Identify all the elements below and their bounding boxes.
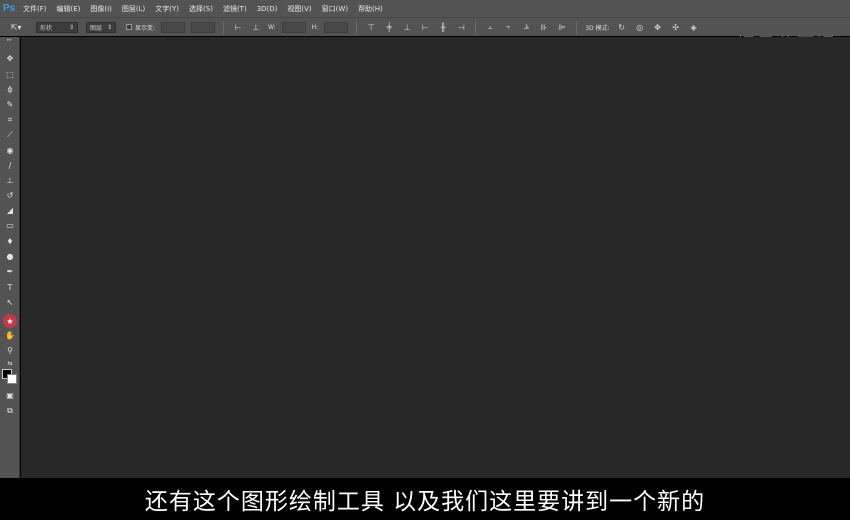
toolbox: ▸▸ ✥ ⬚ ϕ ✎ ⌗ ⟋ ◉ ∕ ⊥ ↺ ◢ ▭ ♦ ● ✒ T ↖ ★ ✋… <box>0 37 20 478</box>
background-color-swatch[interactable] <box>7 374 17 384</box>
move-tool-icon[interactable]: ✥ <box>2 52 18 65</box>
menu-edit[interactable]: 编辑(E) <box>52 4 86 14</box>
distribute-left-icon[interactable]: ⊢ <box>420 23 430 32</box>
separator <box>475 20 477 34</box>
gradient-tool-icon[interactable]: ▭ <box>2 219 18 232</box>
menu-type[interactable]: 文字(Y) <box>150 4 184 14</box>
3d-scale-icon[interactable]: ◈ <box>689 23 699 32</box>
lasso-tool-icon[interactable]: ϕ <box>2 83 18 96</box>
hand-tool-icon[interactable]: ✋ <box>2 329 18 342</box>
path-select-icon: ⇱▾ <box>10 22 22 32</box>
type-tool-icon[interactable]: T <box>2 281 18 294</box>
mode-select[interactable]: 形状 ⇕ <box>36 21 78 33</box>
menu-window[interactable]: 窗口(W) <box>317 4 353 14</box>
distribute-right-icon[interactable]: ⊣ <box>456 23 466 32</box>
screen-mode-icon[interactable]: ⧉ <box>2 404 18 417</box>
chevron-down-icon: ⇕ <box>106 23 112 31</box>
width-label: W: <box>268 23 276 31</box>
path-selection-tool-icon[interactable]: ↖ <box>2 296 18 309</box>
eraser-tool-icon[interactable]: ◢ <box>2 204 18 217</box>
options-bar: ⇱▾ 形状 ⇕ 图层 ⇕ 显示变: ⊢ ⊥ W: H: ⊤ ╪ ⊥ ⊢ ╫ ⊣ … <box>0 17 850 56</box>
align-center-icon[interactable]: ⊥ <box>251 23 261 32</box>
height-label: H: <box>311 23 319 31</box>
show-label: 显示变: <box>135 24 156 32</box>
3d-slide-icon[interactable]: ✣ <box>671 23 681 32</box>
dodge-tool-icon[interactable]: ● <box>2 250 18 263</box>
show-checkbox[interactable] <box>126 24 132 30</box>
menu-3d[interactable]: 3D(D) <box>252 5 283 13</box>
history-brush-tool-icon[interactable]: ↺ <box>2 189 18 202</box>
photoshop-logo: Ps <box>2 3 16 14</box>
quick-select-tool-icon[interactable]: ✎ <box>2 98 18 111</box>
zoom-tool-icon[interactable]: ⚲ <box>2 344 18 357</box>
3d-drag-icon[interactable]: ✥ <box>653 23 663 32</box>
separator <box>223 20 225 34</box>
marquee-tool-icon[interactable]: ⬚ <box>2 68 18 81</box>
chevron-down-icon: ⇕ <box>68 23 74 31</box>
subtitle-text: 还有这个图形绘制工具 以及我们这里要讲到一个新的 <box>144 489 706 515</box>
canvas-workspace[interactable] <box>21 37 850 478</box>
quick-mask-icon[interactable]: ▣ <box>2 389 18 402</box>
align-left-icon[interactable]: ⊢ <box>233 23 243 32</box>
show-field[interactable] <box>161 21 186 33</box>
menu-bar: Ps 文件(F) 编辑(E) 图像(I) 图层(L) 文字(Y) 选择(S) 滤… <box>0 0 850 17</box>
distribute-center-icon[interactable]: ╫ <box>438 23 448 32</box>
distribute-bottom-icon[interactable]: ⊥ <box>402 23 412 32</box>
align-bottom-icon[interactable]: ⫡ <box>521 22 531 32</box>
menu-filter[interactable]: 滤镜(T) <box>218 4 252 14</box>
healing-brush-tool-icon[interactable]: ◉ <box>2 144 18 157</box>
separator <box>576 20 578 34</box>
distribute-top-icon[interactable]: ⊤ <box>366 23 376 32</box>
3d-mode-label: 3D 模式: <box>585 24 610 32</box>
align-top-icon[interactable]: ⫠ <box>485 22 495 32</box>
menu-image[interactable]: 图像(I) <box>85 4 117 14</box>
subtitle-bar: 还有这个图形绘制工具 以及我们这里要讲到一个新的 <box>0 478 850 520</box>
tool-preset-picker[interactable]: ⇱▾ <box>0 20 32 35</box>
height-field[interactable] <box>324 21 349 33</box>
shape-tool-icon[interactable]: ★ <box>3 314 17 328</box>
distribute-middle-icon[interactable]: ╪ <box>384 23 394 32</box>
stamp-tool-icon[interactable]: ⊥ <box>2 174 18 187</box>
pen-tool-icon[interactable]: ✒ <box>2 265 18 278</box>
align-vcenter-icon[interactable]: ⫟ <box>503 22 513 32</box>
crop-tool-icon[interactable]: ⌗ <box>2 113 18 126</box>
menu-file[interactable]: 文件(F) <box>18 4 52 14</box>
separator <box>356 20 358 34</box>
brush-tool-icon[interactable]: ∕ <box>2 159 18 172</box>
blur-tool-icon[interactable]: ♦ <box>2 235 18 248</box>
menu-layer[interactable]: 图层(L) <box>117 4 150 14</box>
menu-select[interactable]: 选择(S) <box>184 4 218 14</box>
menu-help[interactable]: 帮助(H) <box>353 4 388 14</box>
width-field[interactable] <box>281 21 306 33</box>
eyedropper-tool-icon[interactable]: ⟋ <box>2 128 18 141</box>
toolbox-grip-icon[interactable]: ▸▸ <box>0 37 19 43</box>
3d-rotate-icon[interactable]: ↻ <box>617 23 627 32</box>
target-select[interactable]: 图层 ⇕ <box>86 21 116 33</box>
align-hright-icon[interactable]: ⊫ <box>557 23 567 32</box>
show-field-2[interactable] <box>191 21 216 33</box>
menu-view[interactable]: 视图(V) <box>282 4 316 14</box>
3d-roll-icon[interactable]: ◎ <box>635 23 645 32</box>
align-hleft-icon[interactable]: ⊪ <box>539 23 549 32</box>
